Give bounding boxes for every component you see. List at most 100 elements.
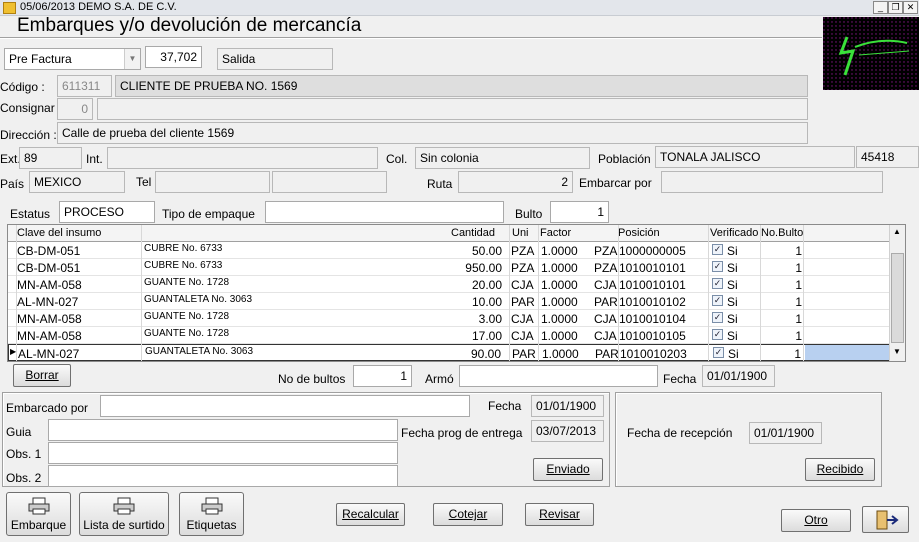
recepcion-label: Fecha de recepción — [627, 426, 733, 440]
cell-uni: PZA — [511, 261, 535, 275]
exit-button[interactable] — [862, 506, 909, 533]
verified-checkbox[interactable]: ✓ — [712, 244, 723, 255]
otro-button[interactable]: Otro — [781, 509, 851, 532]
embarque-button[interactable]: Embarque — [6, 492, 71, 536]
exit-door-icon — [876, 510, 899, 530]
verified-checkbox[interactable]: ✓ — [713, 347, 724, 358]
selected-cell-highlight — [805, 345, 891, 360]
printer-icon — [201, 497, 222, 515]
cell-bulto: 1 — [795, 312, 802, 326]
verified-checkbox[interactable]: ✓ — [712, 261, 723, 272]
cell-cantidad: 3.00 — [478, 312, 502, 326]
poblacion-field: TONALA JALISCO — [655, 146, 855, 168]
ruta-field: 2 — [458, 171, 573, 193]
app-icon — [3, 2, 16, 14]
cell-posicion: 1010010104 — [619, 312, 686, 326]
company-logo — [823, 17, 919, 90]
cell-verif: Si — [727, 295, 738, 309]
armo-field[interactable] — [459, 365, 658, 387]
items-grid[interactable]: Clave del insumo Cantidad Uni Factor Pos… — [7, 224, 906, 362]
estatus-label: Estatus — [10, 207, 51, 221]
cell-clave: MN-AM-058 — [17, 329, 82, 343]
cell-clave: CB-DM-051 — [17, 244, 81, 258]
verified-checkbox[interactable]: ✓ — [712, 278, 723, 289]
col-header-clave: Clave del insumo — [17, 227, 102, 239]
minimize-icon[interactable]: _ — [873, 1, 888, 14]
verified-checkbox[interactable]: ✓ — [712, 312, 723, 323]
cell-uni2: CJA — [594, 312, 617, 326]
cell-cantidad: 20.00 — [471, 278, 502, 292]
embarque-label: Embarque — [10, 518, 67, 532]
cell-bulto: 1 — [795, 278, 802, 292]
cell-desc: CUBRE No. 6733 — [144, 243, 223, 254]
printer-icon — [28, 497, 49, 515]
cell-bulto: 1 — [795, 261, 802, 275]
cell-uni2: PAR — [595, 347, 619, 361]
recibido-button[interactable]: Recibido — [805, 458, 875, 481]
bulto-field[interactable]: 1 — [550, 201, 609, 223]
embarcado-field[interactable] — [100, 395, 470, 417]
ext-label: Ext. — [0, 152, 21, 166]
estatus-field[interactable]: PROCESO — [59, 201, 155, 223]
restore-icon[interactable]: ❐ — [888, 1, 903, 14]
nobultos-label: No de bultos — [278, 372, 346, 386]
embarcar-field — [661, 171, 883, 193]
tipo-empaque-label: Tipo de empaque — [162, 207, 255, 221]
document-type-select[interactable]: Pre Factura ▼ — [4, 48, 141, 70]
scroll-thumb[interactable] — [891, 253, 904, 343]
obs2-field[interactable] — [48, 465, 398, 487]
borrar-button[interactable]: Borrar — [13, 364, 71, 387]
obs1-field[interactable] — [48, 442, 398, 464]
cotejar-button[interactable]: Cotejar — [433, 503, 503, 526]
etiquetas-button[interactable]: Etiquetas — [179, 492, 244, 536]
nobultos-field[interactable]: 1 — [353, 365, 412, 387]
fecha-prog-field: 03/07/2013 — [531, 420, 604, 442]
consignar-field[interactable]: 0 — [57, 98, 93, 120]
cell-bulto: 1 — [795, 295, 802, 309]
client-code-field[interactable]: 611311 — [57, 75, 112, 97]
document-number[interactable]: 37,702 — [145, 46, 202, 68]
tel-label: Tel — [136, 175, 152, 189]
grid-scrollbar[interactable]: ▲ ▼ — [889, 225, 905, 361]
verified-checkbox[interactable]: ✓ — [712, 295, 723, 306]
cell-desc: GUANTALETA No. 3063 — [145, 346, 254, 357]
cell-verif: Si — [727, 312, 738, 326]
col-header-uni: Uni — [512, 227, 529, 239]
cell-factor: 1.0000 — [541, 244, 578, 258]
cell-desc: GUANTE No. 1728 — [144, 328, 230, 339]
cell-uni: CJA — [511, 329, 534, 343]
tipo-empaque-field[interactable] — [265, 201, 504, 223]
close-icon[interactable]: ✕ — [903, 1, 918, 14]
cell-uni2: PZA — [594, 244, 618, 258]
cell-cantidad: 10.00 — [471, 295, 502, 309]
scroll-down-icon[interactable]: ▼ — [893, 347, 901, 356]
guia-field[interactable] — [48, 419, 398, 441]
cell-verif: Si — [727, 329, 738, 343]
revisar-button[interactable]: Revisar — [525, 503, 594, 526]
cell-posicion: 1010010101 — [619, 261, 686, 275]
lista-surtido-label: Lista de surtido — [83, 518, 165, 532]
cell-bulto: 1 — [795, 329, 802, 343]
cell-desc: GUANTE No. 1728 — [144, 277, 230, 288]
recepcion-field: 01/01/1900 — [749, 422, 822, 444]
recalcular-button[interactable]: Recalcular — [336, 503, 405, 526]
lista-surtido-button[interactable]: Lista de surtido — [79, 492, 169, 536]
bulto-label: Bulto — [515, 207, 543, 221]
cell-clave: MN-AM-058 — [17, 312, 82, 326]
cell-uni2: CJA — [594, 329, 617, 343]
enviado-button[interactable]: Enviado — [533, 458, 603, 481]
cell-uni: PZA — [511, 244, 535, 258]
direccion-label: Dirección : — [0, 128, 57, 142]
cell-verif: Si — [728, 347, 739, 361]
scroll-up-icon[interactable]: ▲ — [893, 227, 901, 236]
cell-uni: CJA — [511, 312, 534, 326]
pais-field: MEXICO — [29, 171, 125, 193]
cell-cantidad: 17.00 — [471, 329, 502, 343]
cell-cantidad: 90.00 — [470, 347, 501, 361]
cell-desc: CUBRE No. 6733 — [144, 260, 223, 271]
fecha-field: 01/01/1900 — [702, 365, 775, 387]
cell-clave: AL-MN-027 — [17, 295, 79, 309]
verified-checkbox[interactable]: ✓ — [712, 329, 723, 340]
chevron-down-icon[interactable]: ▼ — [124, 49, 140, 69]
int-field — [107, 147, 378, 169]
